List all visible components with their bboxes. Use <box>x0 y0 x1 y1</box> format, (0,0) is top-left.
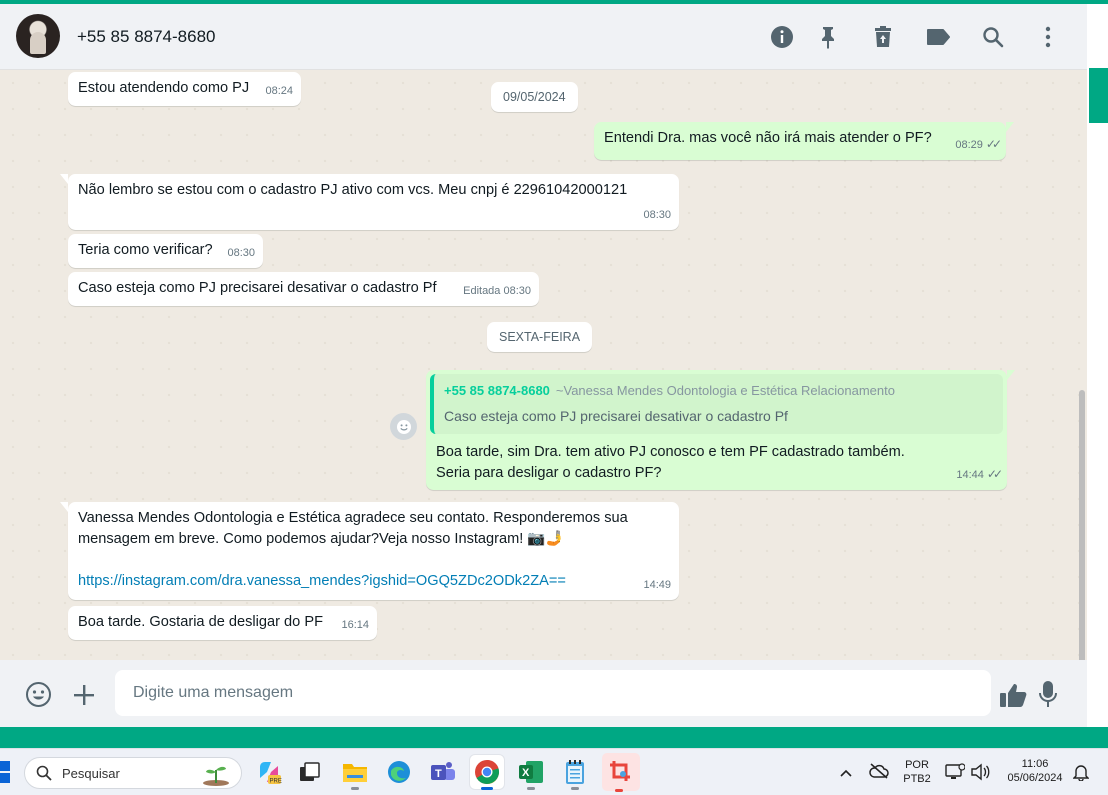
taskbar-search[interactable]: Pesquisar <box>24 757 242 789</box>
delete-icon[interactable] <box>870 24 896 50</box>
message-time: 08:29 <box>955 139 983 151</box>
message-input[interactable] <box>115 670 991 716</box>
message-text: Teria como verificar? <box>78 242 213 258</box>
teams-icon[interactable]: T <box>426 755 460 789</box>
quoted-author: +55 85 8874-8680 <box>444 383 550 398</box>
keyboard-layout: PTB2 <box>903 773 931 785</box>
menu-icon[interactable] <box>1035 24 1061 50</box>
svg-text:T: T <box>435 768 442 780</box>
message-time: 14:44 <box>956 469 984 481</box>
language-indicator[interactable]: POR PTB2 <box>900 759 934 785</box>
message-incoming[interactable]: Não lembro se estou com o cadastro PJ at… <box>60 174 679 230</box>
message-time: 14:49 <box>643 579 671 591</box>
message-text: Entendi Dra. mas você não irá mais atend… <box>604 130 932 146</box>
message-time: 08:30 <box>643 209 671 221</box>
message-text-line: Seria para desligar o cadastro PF? <box>436 465 662 481</box>
cloud-offline-icon[interactable] <box>869 763 889 784</box>
file-explorer-icon[interactable] <box>338 755 372 790</box>
window-accent <box>1089 68 1108 123</box>
message-text: Boa tarde. Gostaria de desligar do PF <box>78 614 323 630</box>
running-indicator <box>615 789 623 792</box>
emoji-icon[interactable] <box>24 680 52 708</box>
system-clock[interactable]: 11:06 05/06/2024 <box>1000 758 1070 784</box>
message-outgoing[interactable]: Entendi Dra. mas você não irá mais atend… <box>594 122 1014 160</box>
chat-scrollbar[interactable] <box>1079 390 1085 660</box>
message-incoming[interactable]: Boa tarde. Gostaria de desligar do PF 16… <box>68 606 377 640</box>
notepad-icon[interactable] <box>558 755 592 790</box>
message-time: Editada 08:30 <box>463 285 531 297</box>
clock-time: 11:06 <box>1021 758 1049 770</box>
message-meta: 14:44 ✓✓ <box>956 464 1003 486</box>
search-icon <box>36 765 52 781</box>
chat-header: +55 85 8874-8680 <box>0 4 1087 70</box>
message-text-line: Boa tarde, sim Dra. tem ativo PJ conosco… <box>436 444 905 460</box>
taskbar-search-label: Pesquisar <box>62 766 120 781</box>
contact-name[interactable]: +55 85 8874-8680 <box>77 27 216 47</box>
message-time: 08:24 <box>265 85 293 97</box>
contact-avatar[interactable] <box>16 14 60 58</box>
copilot-icon[interactable]: PRE <box>252 755 286 789</box>
message-text-line: Vanessa Mendes Odontologia e Estética ag… <box>78 510 628 526</box>
microphone-icon[interactable] <box>1036 679 1060 709</box>
message-text: Estou atendendo como PJ <box>78 80 250 96</box>
message-time: 08:30 <box>227 247 255 259</box>
quoted-author-sub: ~Vanessa Mendes Odontologia e Estética R… <box>555 383 895 398</box>
search-icon[interactable] <box>980 24 1006 50</box>
message-text-line: mensagem em breve. Como podemos ajudar?V… <box>78 531 564 547</box>
message-outgoing-reply[interactable]: +55 85 8874-8680 ~Vanessa Mendes Odontolo… <box>426 370 1015 490</box>
whatsapp-window: +55 85 8874-8680 Estou atendendo como PJ… <box>0 4 1087 727</box>
windows-taskbar: Pesquisar PRE T X POR PTB2 11:06 05/06/2… <box>0 748 1108 795</box>
instagram-link[interactable]: https://instagram.com/dra.vanessa_mendes… <box>78 571 670 592</box>
svg-text:PRE: PRE <box>270 779 282 785</box>
quoted-message[interactable]: +55 85 8874-8680 ~Vanessa Mendes Odontolo… <box>430 374 1003 434</box>
message-list[interactable]: Estou atendendo como PJ 08:24 09/05/2024… <box>0 70 1087 660</box>
plant-icon <box>203 766 229 786</box>
message-incoming[interactable]: Vanessa Mendes Odontologia e Estética ag… <box>60 502 679 600</box>
message-incoming[interactable]: Estou atendendo como PJ 08:24 <box>68 72 301 106</box>
message-text: Caso esteja como PJ precisarei desativar… <box>78 280 437 296</box>
thumbs-up-icon[interactable] <box>998 680 1028 710</box>
message-text: Não lembro se estou com o cadastro PJ at… <box>78 182 628 198</box>
clock-date: 05/06/2024 <box>1007 772 1063 784</box>
message-meta: 08:29 ✓✓ <box>955 134 1002 156</box>
network-icon[interactable] <box>945 763 966 786</box>
edge-icon[interactable] <box>382 755 416 789</box>
read-ticks-icon: ✓✓ <box>986 467 1003 481</box>
notifications-bell-icon[interactable] <box>1072 763 1090 786</box>
running-indicator <box>351 787 359 790</box>
active-indicator <box>481 787 493 790</box>
volume-icon[interactable] <box>970 763 990 786</box>
quoted-text: Caso esteja como PJ precisarei desativar… <box>444 408 788 424</box>
running-indicator <box>527 787 535 790</box>
show-hidden-icons-chevron-icon[interactable] <box>840 765 852 783</box>
emoji-reaction-button[interactable] <box>390 413 417 440</box>
task-view-icon[interactable] <box>293 755 327 789</box>
date-divider: 09/05/2024 <box>491 82 578 112</box>
read-ticks-icon: ✓✓ <box>985 137 1002 151</box>
language-code: POR <box>905 759 929 771</box>
message-incoming[interactable]: Caso esteja como PJ precisarei desativar… <box>68 272 539 306</box>
running-indicator <box>571 787 579 790</box>
windows-start-icon[interactable] <box>0 761 10 783</box>
excel-icon[interactable]: X <box>514 755 548 790</box>
chrome-icon[interactable] <box>470 755 504 790</box>
message-text-block: Boa tarde, sim Dra. tem ativo PJ conosco… <box>430 442 1003 484</box>
message-composer <box>0 660 1087 727</box>
attach-plus-icon[interactable] <box>71 682 97 708</box>
snipping-tool-icon[interactable] <box>602 753 640 792</box>
message-incoming[interactable]: Teria como verificar? 08:30 <box>68 234 263 268</box>
info-icon[interactable] <box>769 24 795 50</box>
message-time: 16:14 <box>341 619 369 631</box>
pin-icon[interactable] <box>815 24 841 50</box>
date-divider: SEXTA-FEIRA <box>487 322 593 352</box>
svg-text:X: X <box>522 767 530 779</box>
label-icon[interactable] <box>925 24 951 50</box>
